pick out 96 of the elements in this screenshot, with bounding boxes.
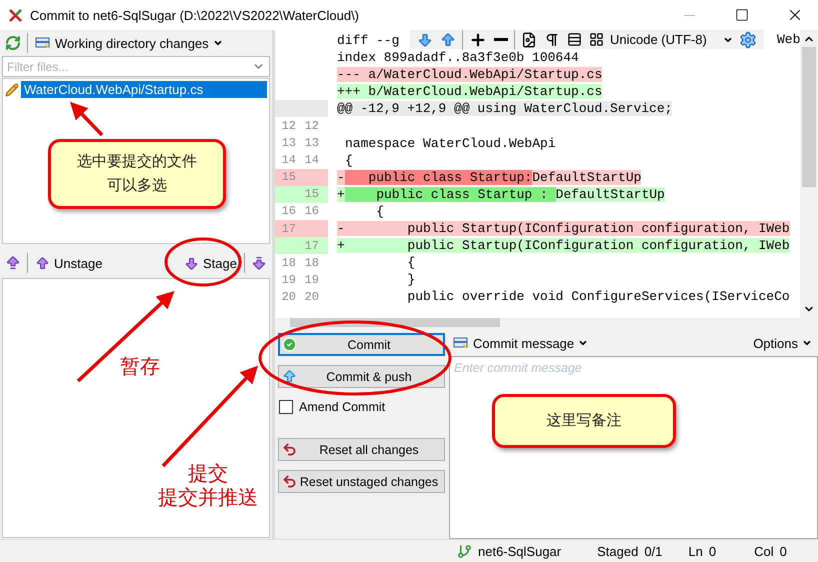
file-item[interactable]: WaterCloud.WebApi/Startup.cs — [21, 81, 267, 98]
scrollbar[interactable] — [800, 30, 818, 318]
drive-icon — [453, 336, 469, 350]
annotation-arrow — [70, 102, 104, 136]
line-number: 20 — [304, 290, 319, 304]
check-icon — [282, 337, 297, 352]
line-number: 12 — [281, 119, 296, 134]
diff-sign: - — [337, 170, 345, 185]
plus-icon — [469, 30, 487, 48]
image-file-icon — [521, 32, 537, 48]
unstage-button[interactable]: Unstage — [33, 254, 104, 272]
image-button[interactable] — [520, 30, 538, 48]
filter-field[interactable]: Filter files... — [2, 56, 270, 77]
line-number: 19 — [281, 272, 296, 287]
line-number: 18 — [304, 256, 319, 270]
previous-change-button[interactable] — [439, 30, 457, 48]
stage-all-button[interactable] — [250, 254, 268, 272]
rows-button[interactable] — [566, 31, 583, 48]
diff-sign: + — [337, 238, 345, 254]
line-number: 16 — [281, 204, 296, 218]
diff-line: diff --g — [337, 33, 400, 48]
up-arrow-icon — [5, 255, 21, 271]
grid-icon — [589, 32, 604, 47]
line-number: 18 — [281, 256, 296, 270]
down-arrow-icon — [184, 256, 200, 270]
maximize-icon — [735, 8, 749, 22]
down-arrow-icon — [251, 255, 267, 271]
line-number: 19 — [304, 272, 319, 287]
reset-button[interactable]: Reset all changes — [278, 438, 445, 461]
line-number: 15 — [281, 170, 296, 184]
diff-sign: - — [337, 221, 345, 236]
settings-button[interactable] — [738, 30, 758, 50]
commit-message-dropdown[interactable]: Commit message — [451, 334, 590, 352]
unstage-all-button[interactable] — [4, 254, 22, 272]
pencil-icon — [5, 82, 19, 96]
branch-icon — [457, 544, 472, 558]
annotation-label: 提交 提交并推送 — [158, 462, 258, 510]
annotation-callout: 选中要提交的文件 可以多选 — [48, 139, 226, 209]
line-number: 17 — [304, 238, 319, 253]
diff-line: } — [406, 272, 416, 288]
minimize-icon — [684, 14, 694, 16]
line-number: 17 — [281, 222, 296, 236]
amend-checkbox[interactable]: Amend Commit — [278, 397, 445, 429]
status-value: 0/1 — [644, 544, 662, 558]
diff-line: public override void ConfigureServices(IServiceCo — [406, 289, 790, 304]
diff-line: { — [375, 204, 384, 219]
annotation-callout: 这里写备注 — [492, 394, 676, 448]
scrollbar-thumb[interactable] — [802, 47, 816, 187]
pilcrow-icon — [544, 32, 560, 48]
stage-button[interactable]: Stage — [182, 254, 239, 272]
caret-icon — [212, 38, 223, 48]
encoding-dropdown[interactable]: Unicode (UTF-8) — [610, 32, 733, 47]
status-label: Staged — [597, 544, 638, 558]
status-label: Ln — [688, 544, 703, 558]
diff-line: index 899adadf..8a3f3e0b 100644 — [337, 50, 579, 66]
window-title: Commit to net6-SqlSugar (D:\2022\VS2022\WaterCloud\) — [30, 8, 360, 22]
minus-button[interactable] — [493, 37, 509, 42]
settings-icon — [738, 30, 757, 48]
options-dropdown[interactable]: Options — [751, 334, 814, 352]
commit-button[interactable]: Commit — [278, 333, 445, 356]
status-value: 0 — [708, 544, 716, 558]
diff-line: { — [406, 255, 416, 270]
caret-icon — [802, 338, 812, 348]
annotation-label: 暂存 — [120, 355, 160, 379]
rows-icon — [567, 32, 582, 47]
line-number: 14 — [281, 153, 296, 168]
caret-icon — [578, 338, 588, 348]
line-number: 13 — [281, 136, 296, 150]
view-dropdown[interactable]: Working directory changes — [33, 34, 225, 52]
status-label: Col — [754, 544, 774, 558]
line-number: 14 — [304, 153, 319, 168]
diff-line: { — [345, 152, 353, 168]
line-number: 12 — [304, 119, 319, 134]
line-number: 20 — [281, 290, 296, 304]
drive-icon — [35, 36, 51, 50]
line-number: 15 — [304, 187, 319, 202]
undo-icon — [282, 442, 297, 457]
grid-button[interactable] — [588, 31, 605, 48]
up-arrow-icon — [440, 32, 456, 48]
line-number: 13 — [304, 136, 319, 150]
reset-button[interactable]: Reset unstaged changes — [278, 470, 445, 493]
gutter-cell — [275, 100, 328, 118]
up-arrow-icon — [282, 369, 297, 384]
refresh-button[interactable] — [4, 34, 22, 52]
undo-icon — [282, 474, 297, 489]
diff-sign: + — [337, 186, 345, 202]
minus-icon — [494, 38, 508, 41]
commit-push-button[interactable]: Commit & push — [278, 365, 445, 388]
diff-line: namespace WaterCloud.WebApi — [345, 136, 556, 151]
status-value: 0 — [780, 544, 787, 558]
up-arrow-icon — [35, 256, 50, 270]
branch-name: net6-SqlSugar — [478, 544, 562, 558]
down-arrow-icon — [417, 32, 433, 48]
diff-line: Web — [777, 32, 800, 47]
app-logo-icon — [8, 8, 23, 22]
line-number: 16 — [304, 204, 319, 218]
